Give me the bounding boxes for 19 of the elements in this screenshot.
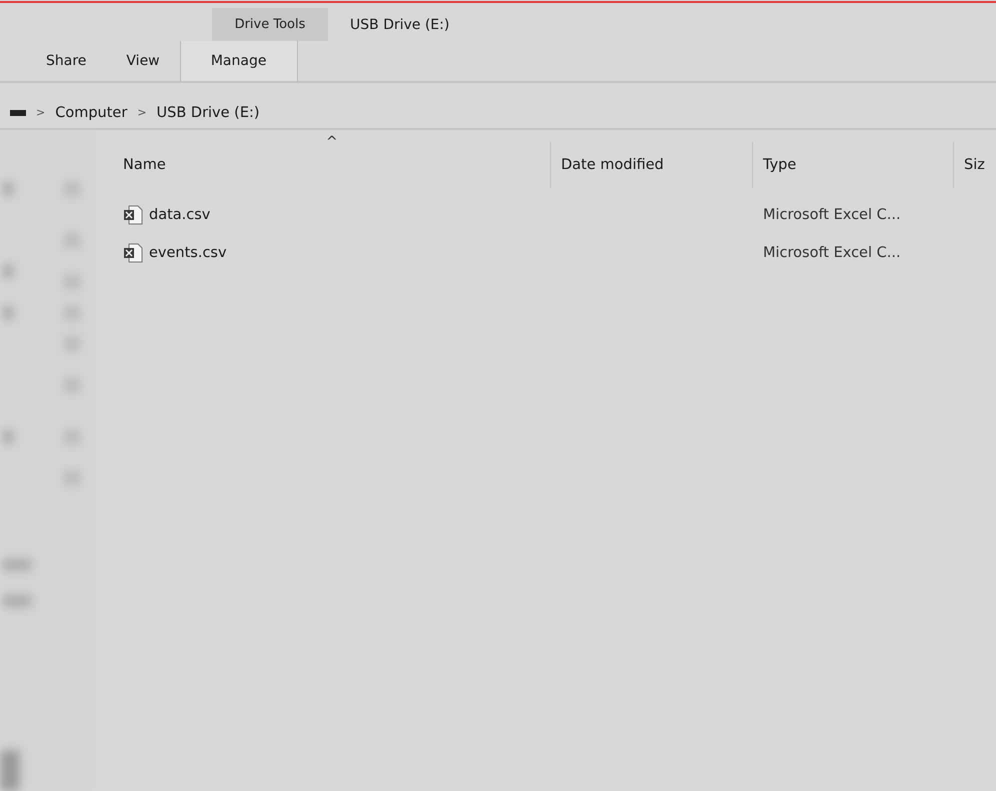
table-cell: Microsoft Excel C... — [763, 207, 901, 223]
table-cell: Microsoft Excel C... — [763, 245, 901, 261]
column-header[interactable]: Siz — [953, 142, 996, 188]
ribbon-tab[interactable]: View — [106, 41, 180, 81]
breadcrumb[interactable]: USB Drive (E:) — [156, 104, 260, 120]
file-name[interactable]: events.csv — [149, 245, 227, 261]
window-title: USB Drive (E:) — [349, 16, 450, 34]
chevron-icon: > — [137, 106, 147, 119]
ribbon-tab[interactable]: Manage — [180, 41, 298, 81]
drive-icon — [10, 108, 26, 116]
chevron-icon: > — [36, 106, 46, 119]
breadcrumb[interactable]: Computer — [55, 104, 128, 120]
spreadsheet-file-icon — [123, 205, 143, 225]
spreadsheet-file-icon — [123, 243, 143, 263]
file-name[interactable]: data.csv — [149, 207, 210, 223]
column-header[interactable]: Type — [752, 142, 953, 188]
column-header[interactable]: Date modified — [550, 142, 752, 188]
context-tab-header: Drive Tools — [212, 8, 328, 41]
ribbon-tab[interactable]: Share — [26, 41, 106, 81]
